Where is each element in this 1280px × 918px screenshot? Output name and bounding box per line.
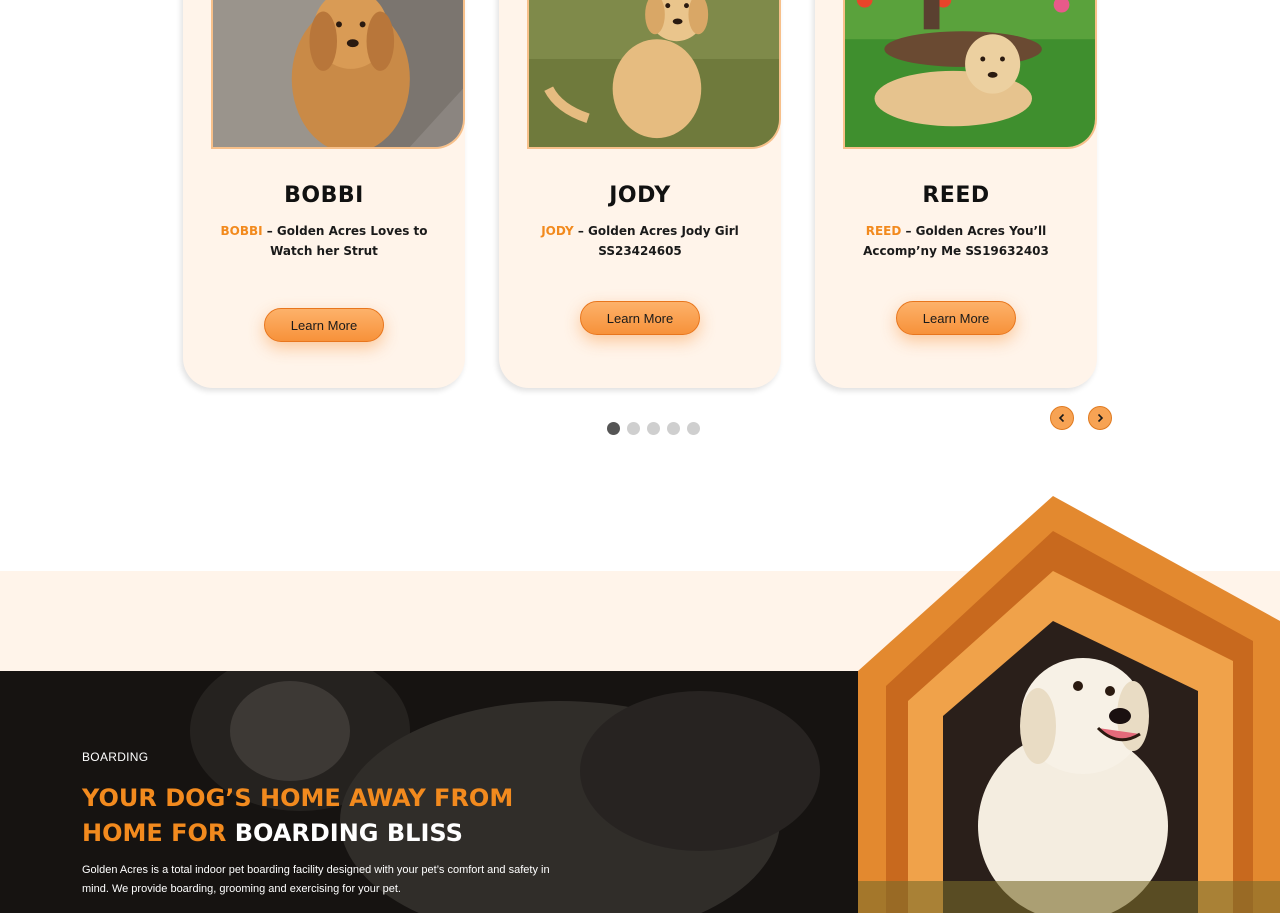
- dog-name: JODY: [609, 183, 671, 208]
- dog-photo-bobbi: [211, 0, 465, 149]
- carousel-dot-4[interactable]: [667, 422, 680, 435]
- chevron-right-icon: [1097, 413, 1104, 423]
- carousel-prev-button[interactable]: [1050, 406, 1074, 430]
- boarding-title: YOUR DOG’S HOME AWAY FROM HOME FOR BOARD…: [82, 784, 514, 847]
- dog-photo-reed: [843, 0, 1097, 149]
- learn-more-button[interactable]: Learn More: [580, 301, 700, 335]
- dog-name: BOBBI: [284, 183, 364, 208]
- carousel-dot-2[interactable]: [627, 422, 640, 435]
- carousel-dot-1[interactable]: [607, 422, 620, 435]
- dog-description: REED – Golden Acres You’ll Accomp’ny Me …: [863, 224, 1049, 258]
- carousel-dot-3[interactable]: [647, 422, 660, 435]
- dog-name: REED: [922, 183, 990, 208]
- dog-card-reed: REED REED – Golden Acres You’ll Accomp’n…: [815, 0, 1097, 388]
- dog-description: JODY – Golden Acres Jody Girl SS23424605: [541, 224, 739, 258]
- learn-more-button[interactable]: Learn More: [896, 301, 1016, 335]
- learn-more-button[interactable]: Learn More: [264, 308, 384, 342]
- boarding-text: Golden Acres is a total indoor pet board…: [82, 864, 550, 895]
- dog-description: BOBBI – Golden Acres Loves to Watch her …: [220, 224, 428, 258]
- doghouse-dog-image: [858, 496, 1280, 918]
- chevron-left-icon: [1058, 413, 1065, 423]
- dog-card-jody: JODY JODY – Golden Acres Jody Girl SS234…: [499, 0, 781, 388]
- boarding-label: BOARDING: [82, 750, 149, 764]
- carousel-next-button[interactable]: [1088, 406, 1112, 430]
- carousel-dot-5[interactable]: [687, 422, 700, 435]
- dog-card-bobbi: BOBBI BOBBI – Golden Acres Loves to Watc…: [183, 0, 465, 388]
- dog-photo-jody: [527, 0, 781, 149]
